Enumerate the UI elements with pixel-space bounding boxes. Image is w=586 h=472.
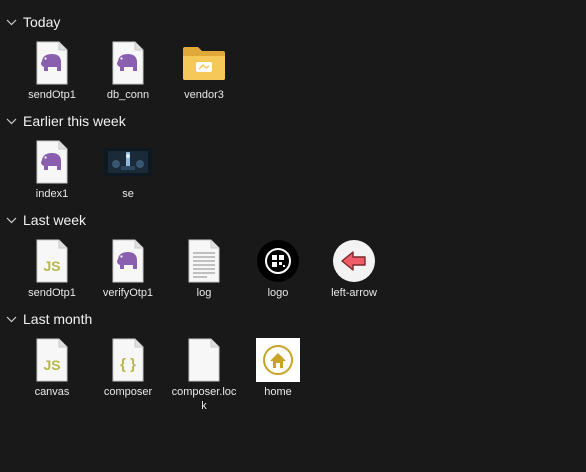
group-title: Today <box>23 14 61 30</box>
svg-text:{ }: { } <box>120 356 136 373</box>
file-item[interactable]: { } composer <box>93 336 163 399</box>
svg-text:JS: JS <box>43 258 60 274</box>
image-item[interactable]: logo <box>243 237 313 300</box>
file-item[interactable]: JS canvas <box>17 336 87 399</box>
svg-text:JS: JS <box>43 357 60 373</box>
file-name: sendOtp1 <box>28 287 76 299</box>
php-elephant-icon <box>28 138 76 186</box>
json-file-icon: { } <box>104 336 152 384</box>
image-item[interactable]: home <box>243 336 313 399</box>
file-name: sendOtp1 <box>28 89 76 101</box>
file-name: log <box>196 287 212 299</box>
file-name: logo <box>267 287 289 299</box>
chevron-down-icon <box>6 316 17 322</box>
php-elephant-icon <box>28 39 76 87</box>
file-item[interactable]: composer.lock <box>169 336 239 413</box>
file-name: home <box>264 386 292 398</box>
file-item[interactable]: index1 <box>17 138 87 201</box>
file-name: composer <box>103 386 153 398</box>
image-thumbnail-icon <box>104 138 152 186</box>
group-header-last-week[interactable]: Last week <box>6 209 86 231</box>
group-header-last-month[interactable]: Last month <box>6 308 92 330</box>
file-name: index1 <box>35 188 69 200</box>
file-name: verifyOtp1 <box>102 287 154 299</box>
group-header-today[interactable]: Today <box>6 11 60 33</box>
chevron-down-icon <box>6 118 17 124</box>
file-name: se <box>122 188 134 200</box>
file-name: composer.lock <box>171 386 237 412</box>
file-name: canvas <box>34 386 70 398</box>
file-item[interactable]: JS sendOtp1 <box>17 237 87 300</box>
php-elephant-icon <box>104 237 152 285</box>
js-file-icon: JS <box>28 237 76 285</box>
folder-item[interactable]: vendor3 <box>169 39 239 102</box>
file-item[interactable]: verifyOtp1 <box>93 237 163 300</box>
js-file-icon: JS <box>28 336 76 384</box>
file-name: db_conn <box>106 89 150 101</box>
file-item[interactable]: db_conn <box>93 39 163 102</box>
group-title: Earlier this week <box>23 113 126 129</box>
chevron-down-icon <box>6 217 17 223</box>
group-header-earlier-this-week[interactable]: Earlier this week <box>6 110 126 132</box>
left-arrow-thumbnail-icon <box>330 237 378 285</box>
group-title: Last week <box>23 212 87 228</box>
text-file-icon <box>180 237 228 285</box>
home-thumbnail-icon <box>254 336 302 384</box>
image-item[interactable]: se <box>93 138 163 201</box>
folder-icon <box>180 39 228 87</box>
file-item[interactable]: log <box>169 237 239 300</box>
file-name: vendor3 <box>184 89 224 101</box>
php-elephant-icon <box>104 39 152 87</box>
image-item[interactable]: left-arrow <box>319 237 389 300</box>
file-item[interactable]: sendOtp1 <box>17 39 87 102</box>
chevron-down-icon <box>6 19 17 25</box>
file-name: left-arrow <box>331 287 377 299</box>
group-title: Last month <box>23 311 93 327</box>
blank-file-icon <box>180 336 228 384</box>
logo-thumbnail-icon <box>254 237 302 285</box>
